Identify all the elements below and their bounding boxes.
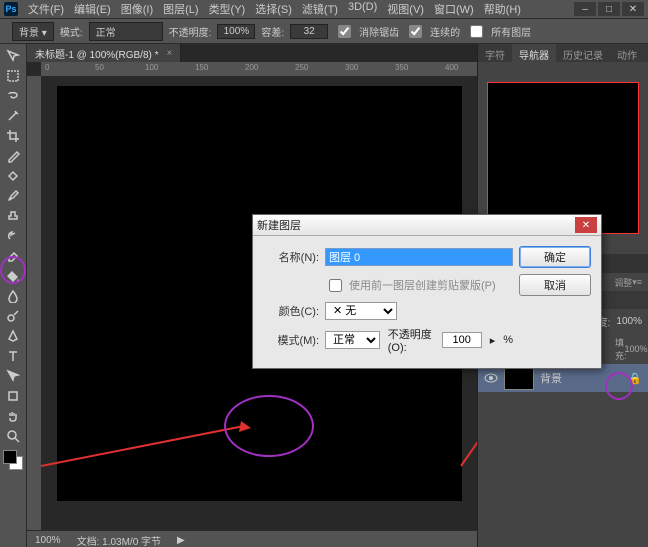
- pen-tool-icon[interactable]: [2, 326, 24, 346]
- document-tab[interactable]: 未标题-1 @ 100%(RGB/8) * ×: [27, 44, 181, 62]
- dodge-tool-icon[interactable]: [2, 306, 24, 326]
- window-minimize[interactable]: –: [574, 2, 596, 16]
- contiguous-label: 连续的: [430, 24, 460, 39]
- blur-tool-icon[interactable]: [2, 286, 24, 306]
- color-select[interactable]: ✕ 无: [325, 302, 397, 320]
- mode-select[interactable]: 正常: [89, 22, 163, 41]
- hand-tool-icon[interactable]: [2, 406, 24, 426]
- ok-button[interactable]: 确定: [519, 246, 591, 268]
- fill-source[interactable]: 背景 ▾: [12, 22, 54, 41]
- bucket-tool-icon[interactable]: [2, 266, 24, 286]
- percent-label: %: [503, 334, 513, 346]
- antialias-label: 消除锯齿: [359, 24, 399, 39]
- shape-tool-icon[interactable]: [2, 386, 24, 406]
- contiguous-checkbox[interactable]: [409, 25, 422, 38]
- dlg-opacity-label: 不透明度(O):: [388, 326, 434, 354]
- tools-panel: [0, 44, 27, 547]
- tab-navigator[interactable]: 导航器: [512, 44, 556, 62]
- dlg-opacity-input[interactable]: [442, 332, 482, 348]
- visibility-icon[interactable]: [484, 371, 498, 385]
- zoom-level[interactable]: 100%: [35, 535, 61, 546]
- zoom-tool-icon[interactable]: [2, 426, 24, 446]
- navigator-preview[interactable]: [487, 82, 639, 234]
- tab-history[interactable]: 历史记录: [556, 44, 610, 62]
- menu-type[interactable]: 类型(Y): [205, 0, 250, 19]
- panel-menu-icon[interactable]: ▾≡: [632, 277, 642, 288]
- mode-label: 模式:: [60, 24, 83, 39]
- window-close[interactable]: ✕: [622, 2, 644, 16]
- opacity-value[interactable]: 100%: [217, 24, 255, 39]
- panel-tabs-top: 字符 导航器 历史记录 动作: [478, 44, 648, 62]
- menu-window[interactable]: 窗口(W): [430, 0, 478, 19]
- app-logo: Ps: [4, 2, 18, 16]
- document-title: 未标题-1 @ 100%(RGB/8) *: [35, 46, 159, 61]
- eraser-tool-icon[interactable]: [2, 246, 24, 266]
- tab-close-icon[interactable]: ×: [167, 48, 173, 59]
- menu-edit[interactable]: 编辑(E): [70, 0, 115, 19]
- eyedropper-tool-icon[interactable]: [2, 146, 24, 166]
- name-label: 名称(N):: [263, 249, 319, 265]
- new-layer-dialog: 新建图层 ✕ 名称(N): 确定 使用前一图层创建剪贴蒙版(P) 取消 颜色(C…: [252, 214, 602, 369]
- color-swatches[interactable]: [3, 450, 23, 470]
- status-bar: 100% 文档: 1.03M/0 字节 ▶: [27, 530, 477, 547]
- menu-help[interactable]: 帮助(H): [480, 0, 525, 19]
- heal-tool-icon[interactable]: [2, 166, 24, 186]
- path-tool-icon[interactable]: [2, 366, 24, 386]
- move-tool-icon[interactable]: [2, 46, 24, 66]
- menu-bar: 文件(F) 编辑(E) 图像(I) 图层(L) 类型(Y) 选择(S) 滤镜(T…: [24, 0, 574, 19]
- options-bar: 背景 ▾ 模式: 正常 不透明度: 100% 容差: 32 消除锯齿 连续的 所…: [0, 19, 648, 44]
- layer-thumbnail[interactable]: [504, 366, 534, 390]
- menu-filter[interactable]: 滤镜(T): [298, 0, 342, 19]
- menu-file[interactable]: 文件(F): [24, 0, 68, 19]
- tab-actions[interactable]: 动作: [610, 44, 644, 62]
- crop-tool-icon[interactable]: [2, 126, 24, 146]
- clip-label: 使用前一图层创建剪贴蒙版(P): [349, 277, 496, 293]
- name-input[interactable]: [325, 248, 513, 266]
- opacity-label: 不透明度:: [169, 24, 212, 39]
- window-maximize[interactable]: □: [598, 2, 620, 16]
- dialog-close-icon[interactable]: ✕: [575, 217, 597, 233]
- history-brush-icon[interactable]: [2, 226, 24, 246]
- marquee-tool-icon[interactable]: [2, 66, 24, 86]
- ruler-vertical: [27, 76, 41, 530]
- lock-icon[interactable]: 🔒: [628, 372, 642, 385]
- layer-name[interactable]: 背景: [540, 370, 562, 386]
- ruler-horizontal: 0 50 100 150 200 250 300 350 400: [41, 62, 477, 76]
- dlg-mode-label: 模式(M):: [263, 332, 319, 348]
- alllayers-checkbox[interactable]: [470, 25, 483, 38]
- type-tool-icon[interactable]: [2, 346, 24, 366]
- menu-image[interactable]: 图像(I): [117, 0, 157, 19]
- color-label: 颜色(C):: [263, 303, 319, 319]
- menu-select[interactable]: 选择(S): [251, 0, 296, 19]
- tolerance-label: 容差:: [261, 24, 284, 39]
- menu-3d[interactable]: 3D(D): [344, 0, 381, 19]
- menu-view[interactable]: 视图(V): [383, 0, 428, 19]
- dialog-title: 新建图层: [257, 217, 575, 233]
- wand-tool-icon[interactable]: [2, 106, 24, 126]
- brush-tool-icon[interactable]: [2, 186, 24, 206]
- fill-value[interactable]: 100%: [630, 344, 642, 354]
- alllayers-label: 所有图层: [491, 24, 531, 39]
- status-chevron-icon[interactable]: ▶: [177, 535, 185, 546]
- antialias-checkbox[interactable]: [338, 25, 351, 38]
- lasso-tool-icon[interactable]: [2, 86, 24, 106]
- doc-size: 文档: 1.03M/0 字节: [77, 533, 161, 547]
- tab-character[interactable]: 字符: [478, 44, 512, 62]
- stamp-tool-icon[interactable]: [2, 206, 24, 226]
- adjustments-label[interactable]: 调整: [614, 276, 632, 289]
- clip-checkbox[interactable]: [329, 279, 342, 292]
- dlg-mode-select[interactable]: 正常: [325, 331, 380, 349]
- tolerance-value[interactable]: 32: [290, 24, 328, 39]
- menu-layer[interactable]: 图层(L): [159, 0, 202, 19]
- cancel-button[interactable]: 取消: [519, 274, 591, 296]
- layer-opacity-value[interactable]: 100%: [616, 316, 642, 327]
